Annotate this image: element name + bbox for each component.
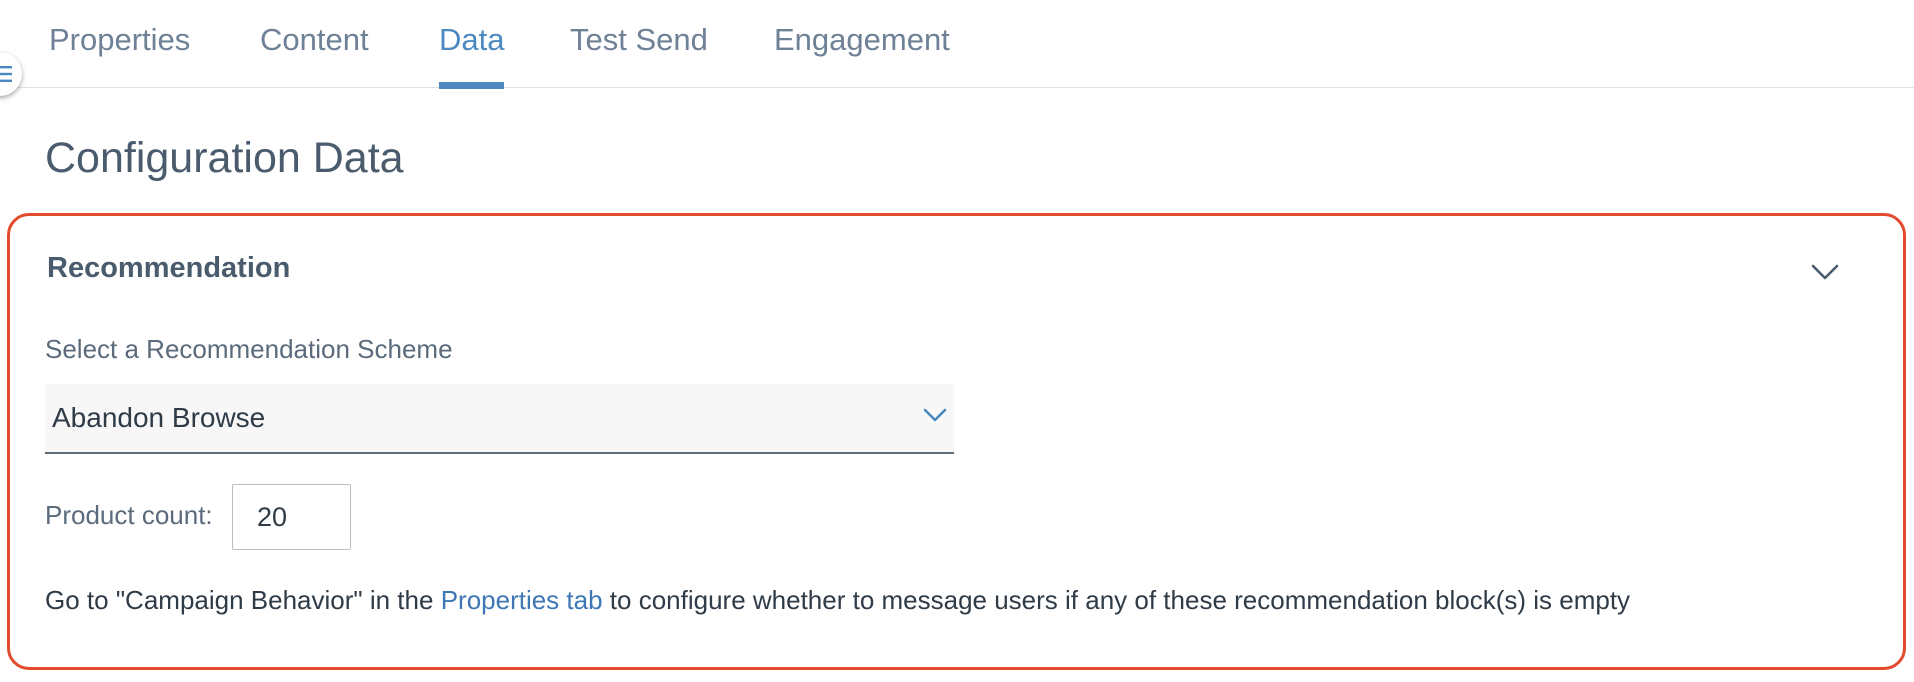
configuration-note: Go to "Campaign Behavior" in the Propert… (45, 585, 1630, 616)
note-text-before: Go to "Campaign Behavior" in the (45, 585, 441, 615)
properties-tab-link[interactable]: Properties tab (441, 585, 603, 615)
chevron-down-icon (922, 406, 948, 429)
tab-engagement[interactable]: Engagement (774, 22, 950, 88)
tab-bar: Properties Content Data Test Send Engage… (0, 0, 1914, 89)
scheme-label: Select a Recommendation Scheme (45, 334, 453, 364)
tab-data[interactable]: Data (439, 22, 505, 89)
tab-content[interactable]: Content (260, 22, 369, 88)
page-title: Configuration Data (45, 134, 404, 182)
scheme-select-value: Abandon Browse (52, 402, 266, 433)
hamburger-icon (0, 66, 12, 82)
chevron-down-icon (1811, 264, 1839, 280)
section-title: Recommendation (47, 252, 291, 284)
tab-test-send[interactable]: Test Send (570, 22, 708, 88)
note-text-after: to configure whether to message users if… (602, 585, 1631, 615)
scheme-select[interactable]: Abandon Browse (45, 384, 954, 454)
campaign-editor: Properties Content Data Test Send Engage… (0, 0, 1914, 682)
tab-properties[interactable]: Properties (49, 22, 190, 88)
product-count-input[interactable] (232, 484, 351, 550)
recommendation-card: Recommendation Select a Recommendation S… (7, 213, 1906, 670)
collapse-button[interactable] (1810, 262, 1850, 292)
product-count-label: Product count: (45, 500, 213, 530)
